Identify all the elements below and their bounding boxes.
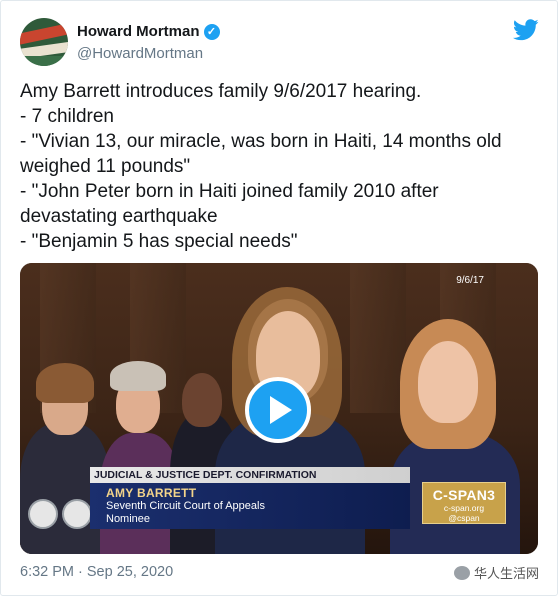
author-name-row[interactable]: Howard Mortman ✓ (77, 23, 220, 40)
play-icon (270, 396, 292, 424)
video-player[interactable]: 9/6/17 JUDICIAL & JUSTICE DEPT. CONFIRMA… (20, 263, 538, 554)
hearing-banner: JUDICIAL & JUSTICE DEPT. CONFIRMATION (90, 467, 410, 483)
watermark: 华人生活网 (454, 563, 539, 582)
speaker-name: AMY BARRETT (106, 486, 197, 500)
cspan-url: c-span.org (443, 503, 485, 513)
author-handle[interactable]: @HowardMortman (77, 45, 203, 62)
lower-third-caption: JUDICIAL & JUSTICE DEPT. CONFIRMATION AM… (90, 467, 410, 529)
author-display-name[interactable]: Howard Mortman (77, 23, 200, 40)
speaker-title: Seventh Circuit Court of Appeals (106, 500, 265, 512)
tweet-timestamp[interactable]: 6:32 PM · Sep 25, 2020 (20, 564, 173, 580)
cspan-logo: C-SPAN3 c-span.org @cspan (422, 482, 506, 524)
tweet-text: Amy Barrett introduces family 9/6/2017 h… (20, 81, 502, 252)
speaker-role: Nominee (106, 513, 151, 525)
play-button[interactable] (245, 377, 311, 443)
tweet-card: Howard Mortman ✓ @HowardMortman Amy Barr… (0, 0, 558, 596)
avatar[interactable] (20, 18, 68, 66)
senate-seal-icon (28, 499, 58, 529)
verified-badge-icon: ✓ (203, 23, 220, 40)
video-date-overlay: 9/6/17 (456, 275, 484, 286)
cspan-title: C-SPAN3 (432, 487, 496, 503)
twitter-bird-icon[interactable] (513, 19, 539, 41)
senate-seal-icon (62, 499, 92, 529)
watermark-text: 华人生活网 (474, 566, 540, 581)
cspan-handle: @cspan (448, 513, 480, 523)
wechat-icon (454, 565, 470, 580)
